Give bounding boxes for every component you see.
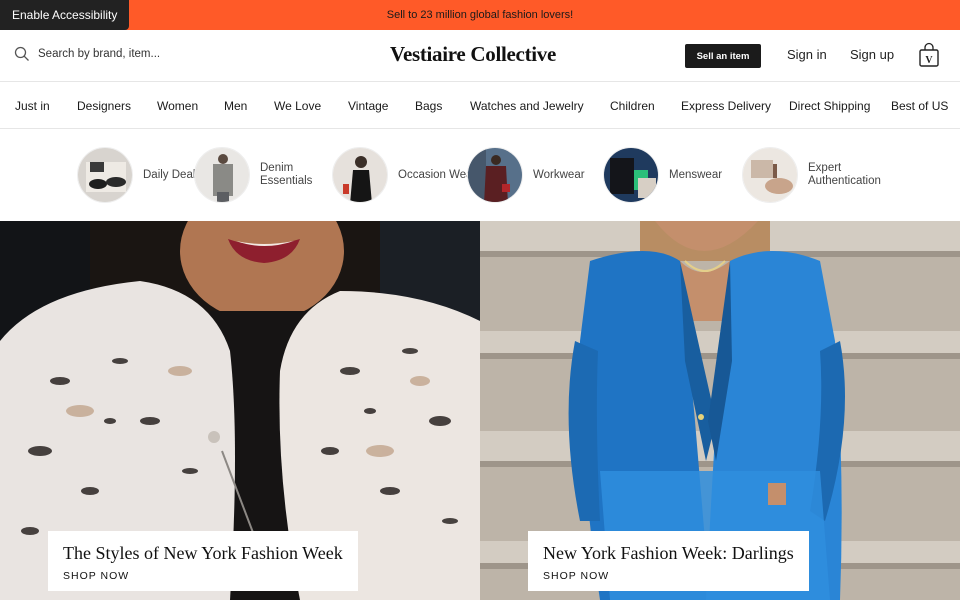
shop-now-link[interactable]: SHOP NOW xyxy=(63,570,343,582)
nav-item-vintage[interactable]: Vintage xyxy=(348,99,388,113)
shoes-image xyxy=(77,147,133,203)
sell-an-item-button[interactable]: Sell an item xyxy=(685,44,761,68)
promo-text: Sell to 23 million global fashion lovers… xyxy=(386,9,574,21)
category-label: Menswear xyxy=(669,168,723,181)
category-carousel: Daily Deals Denim Essentials Occasion We… xyxy=(0,129,960,221)
denim-jacket-image xyxy=(194,147,250,203)
bag-icon-letter: V xyxy=(925,55,933,66)
coat-and-bag-image xyxy=(467,147,523,203)
enable-accessibility-button[interactable]: Enable Accessibility xyxy=(0,0,130,30)
hero-title: The Styles of New York Fashion Week xyxy=(63,543,343,563)
nav-item-women[interactable]: Women xyxy=(157,99,198,113)
search-bar[interactable] xyxy=(14,46,238,62)
nav-item-men[interactable]: Men xyxy=(224,99,247,113)
search-input[interactable] xyxy=(38,48,238,60)
menswear-image xyxy=(603,147,659,203)
category-expert-authentication[interactable]: Expert Authentication xyxy=(742,147,888,203)
hero-card-right[interactable]: New York Fashion Week: Darlings SHOP NOW xyxy=(528,531,809,591)
hero-banner-right[interactable]: New York Fashion Week: Darlings SHOP NOW xyxy=(480,221,960,600)
site-logo[interactable]: Vestiaire Collective xyxy=(390,42,574,67)
hero-card-left[interactable]: The Styles of New York Fashion Week SHOP… xyxy=(48,531,358,591)
category-label: Expert Authentication xyxy=(808,162,881,187)
nav-item-designers[interactable]: Designers xyxy=(77,99,131,113)
category-menswear[interactable]: Menswear xyxy=(603,147,749,203)
sign-up-link[interactable]: Sign up xyxy=(850,47,894,62)
main-navigation: Just in Designers Women Men We Love Vint… xyxy=(0,82,960,129)
site-header: Vestiaire Collective Sell an item Sign i… xyxy=(0,30,960,82)
search-icon xyxy=(14,46,29,61)
hero-title: New York Fashion Week: Darlings xyxy=(543,543,794,563)
nav-item-express-delivery[interactable]: Express Delivery xyxy=(681,99,771,113)
black-dress-image xyxy=(332,147,388,203)
category-denim-essentials[interactable]: Denim Essentials xyxy=(194,147,340,203)
promo-banner: Sell to 23 million global fashion lovers… xyxy=(0,0,960,30)
category-label: Occasion Wear xyxy=(398,168,477,181)
nav-item-bags[interactable]: Bags xyxy=(415,99,442,113)
category-label: Denim Essentials xyxy=(260,162,313,187)
shopping-bag-icon[interactable]: V xyxy=(918,42,940,68)
hero-banner-left[interactable]: The Styles of New York Fashion Week SHOP… xyxy=(0,221,480,600)
shop-now-link[interactable]: SHOP NOW xyxy=(543,570,794,582)
nav-item-just-in[interactable]: Just in xyxy=(15,99,50,113)
authentication-image xyxy=(742,147,798,203)
category-occasion-wear[interactable]: Occasion Wear xyxy=(332,147,478,203)
nav-item-watches-and-jewelry[interactable]: Watches and Jewelry xyxy=(470,99,584,113)
category-workwear[interactable]: Workwear xyxy=(467,147,613,203)
nav-item-best-of-us[interactable]: Best of US xyxy=(891,99,948,113)
nav-item-we-love[interactable]: We Love xyxy=(274,99,321,113)
nav-item-direct-shipping[interactable]: Direct Shipping xyxy=(789,99,870,113)
sign-in-link[interactable]: Sign in xyxy=(787,47,827,62)
nav-item-children[interactable]: Children xyxy=(610,99,655,113)
category-label: Workwear xyxy=(533,168,585,181)
